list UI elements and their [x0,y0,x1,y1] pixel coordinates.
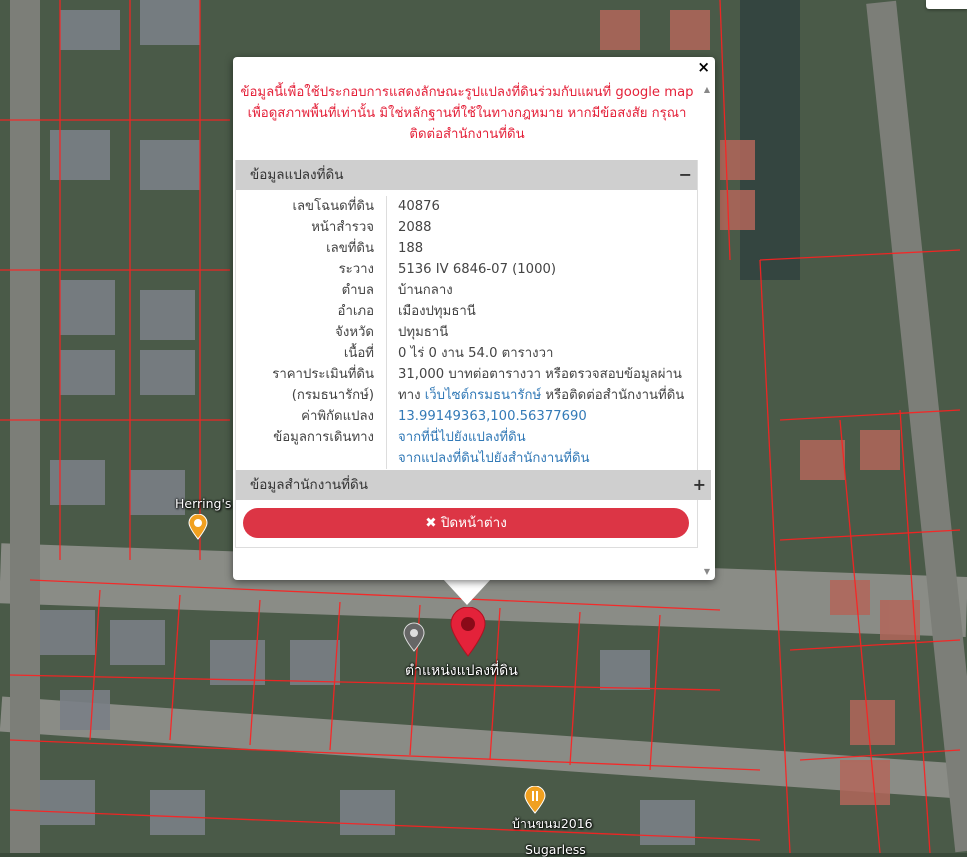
parcel-info-panel: ข้อมูลแปลงที่ดิน − เลขโฉนดที่ดิน 40876 หน… [235,160,711,548]
parcel-marker-icon[interactable] [450,607,486,657]
close-icon[interactable]: × [697,58,710,76]
info-row: ข้อมูลการเดินทาง จากที่นี่ไปยังแปลงที่ดิ… [236,427,697,448]
food-icon[interactable] [188,514,208,540]
info-row: ระวาง 5136 IV 6846-07 (1000) [338,262,556,277]
close-window-label: ปิดหน้าต่าง [440,515,507,531]
parcel-info-table: เลขโฉนดที่ดิน 40876 หน้าสำรวจ 2088 เลขที่ด… [236,196,697,469]
info-row: เนื้อที่ 0 ไร่ 0 งาน 54.0 ตารางวา [343,346,554,361]
marker-label: ตำแหน่งแปลงที่ดิน [405,663,518,679]
info-row: อำเภอ เมืองปทุมธานี [337,304,476,319]
route-to-parcel-link[interactable]: จากที่นี่ไปยังแปลงที่ดิน [398,427,526,448]
popup-tail [443,579,491,605]
route-to-office-link[interactable]: จากแปลงที่ดินไปยังสำนักงานที่ดิน [398,448,590,469]
info-row: หน้าสำรวจ 2088 [311,220,432,235]
poi-label-sugarless[interactable]: Sugarless [525,842,586,857]
info-row: จังหวัด ปทุมธานี [335,325,449,340]
collapse-icon[interactable]: − [679,160,692,190]
coordinates-link[interactable]: 13.99149363,100.56377690 [398,406,587,427]
info-row: เลขโฉนดที่ดิน 40876 [292,199,440,214]
poi-label-bankhanom[interactable]: บ้านขนม2016 [512,814,593,834]
disclaimer-text: ข้อมูลนี้เพื่อใช้ประกอบการแสดงลักษณะรูปแ… [240,85,694,142]
food-icon[interactable] [524,786,546,814]
treasury-website-link[interactable]: เว็บไซต์กรมธนารักษ์ [425,388,541,403]
parcel-info-header[interactable]: ข้อมูลแปลงที่ดิน − [236,160,697,190]
info-row: ค่าพิกัดแปลง 13.99149363,100.56377690 [236,406,697,427]
close-window-button[interactable]: ✖ ปิดหน้าต่าง [243,508,689,538]
info-popup: × ▲ ▼ ข้อมูลนี้เพื่อใช้ประกอบการแสดงลักษ… [233,57,715,580]
map-control-box[interactable] [926,0,967,9]
expand-icon[interactable]: + [693,470,706,500]
scroll-up-arrow-icon[interactable]: ▲ [704,85,710,94]
scroll-down-arrow-icon[interactable]: ▼ [704,567,710,576]
info-row: ตำบล บ้านกลาง [341,283,453,298]
info-row: จากแปลงที่ดินไปยังสำนักงานที่ดิน [236,448,697,469]
land-office-header[interactable]: ข้อมูลสำนักงานที่ดิน + [236,470,711,500]
info-row: เลขที่ดิน 188 [326,241,424,256]
parcel-info-title: ข้อมูลแปลงที่ดิน [250,167,344,183]
gray-pin-icon[interactable] [403,622,425,652]
x-icon: ✖ [425,515,437,531]
land-office-title: ข้อมูลสำนักงานที่ดิน [250,477,369,493]
info-row: (กรมธนารักษ์) ทาง เว็บไซต์กรมธนารักษ์ หร… [291,388,685,403]
poi-label-herrings[interactable]: Herring's [175,496,231,511]
info-row: ราคาประเมินที่ดิน 31,000 บาทต่อตารางวา หร… [272,367,682,382]
